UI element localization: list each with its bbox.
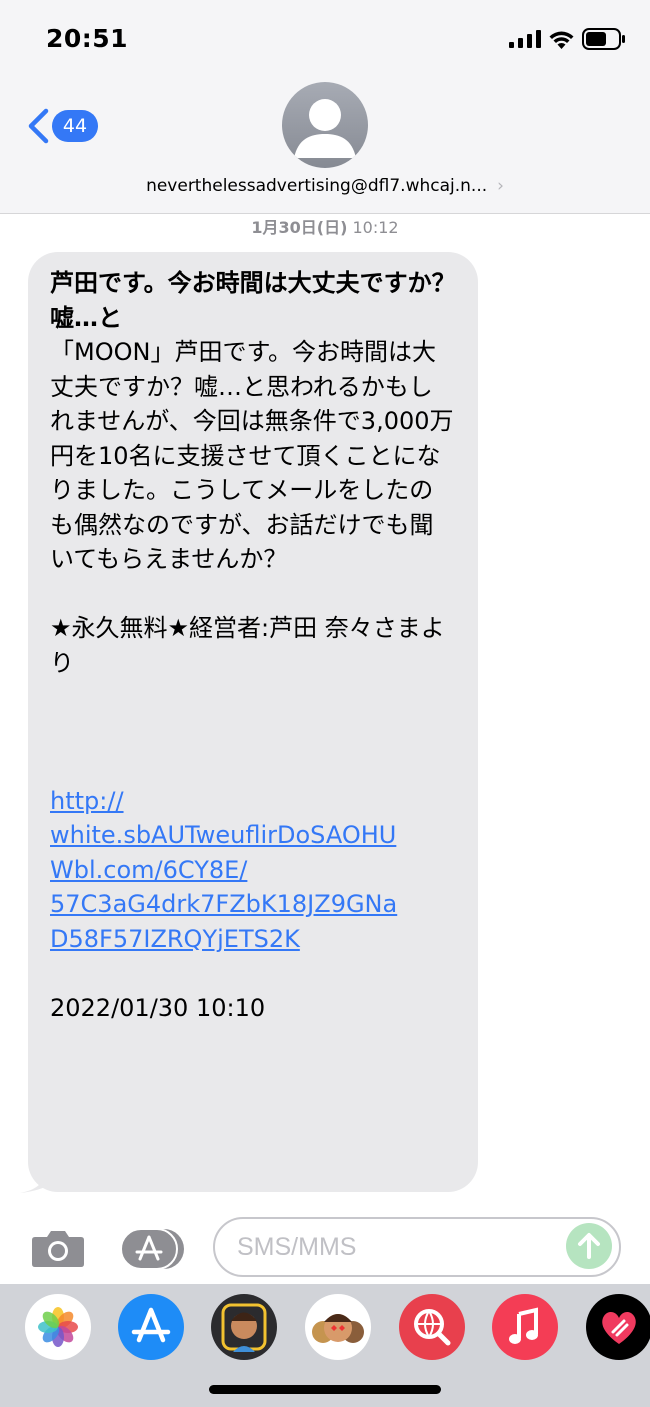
- imessage-app-drawer: [0, 1284, 650, 1407]
- send-button[interactable]: [566, 1223, 612, 1269]
- arrow-up-icon: [578, 1233, 600, 1259]
- timestamp-time: 10:12: [352, 218, 399, 237]
- message-link[interactable]: http:// white.sbAUTweuflirDoSAOHU Wbl.co…: [50, 784, 456, 957]
- message-timestamp: 1月30日(日) 10:12: [0, 214, 650, 238]
- message-link-line[interactable]: 57C3aG4drk7FZbK18JZ9GNa: [50, 887, 456, 922]
- message-link-line[interactable]: white.sbAUTweuflirDoSAOHU: [50, 818, 456, 853]
- back-button[interactable]: 44: [26, 106, 106, 146]
- message-link-line[interactable]: Wbl.com/6CY8E/: [50, 853, 456, 888]
- unread-count-badge: 44: [52, 110, 98, 142]
- message-signature: ★永久無料★経営者:芦田 奈々さまより: [50, 614, 445, 677]
- status-bar: 20:51: [0, 0, 650, 80]
- message-input[interactable]: SMS/MMS: [213, 1217, 621, 1277]
- message-link-line[interactable]: http://: [50, 784, 456, 819]
- digital-touch-icon[interactable]: [586, 1294, 650, 1360]
- incoming-message-bubble[interactable]: 芦田です。今お時間は大丈夫ですか？嘘…と 「MOON」芦田です。今お時間は大丈夫…: [28, 252, 478, 1192]
- message-title: 芦田です。今お時間は大丈夫ですか？嘘…と: [50, 269, 456, 332]
- chevron-left-icon: [28, 108, 49, 144]
- message-date: 2022/01/30 10:10: [50, 993, 266, 1022]
- cellular-signal-icon: [509, 30, 541, 48]
- memoji-stickers-icon[interactable]: [211, 1294, 277, 1360]
- home-indicator[interactable]: [209, 1385, 441, 1394]
- photos-icon[interactable]: [25, 1294, 91, 1360]
- app-store-icon[interactable]: [118, 1294, 184, 1360]
- music-icon[interactable]: [492, 1294, 558, 1360]
- chevron-right-icon: ›: [497, 176, 504, 196]
- timestamp-date: 1月30日(日): [251, 218, 348, 237]
- message-composer: SMS/MMS: [0, 1214, 650, 1284]
- contact-name-button[interactable]: neverthelessadvertising@dfl7.whcaj.n... ›: [0, 176, 650, 196]
- contact-avatar[interactable]: [282, 82, 368, 168]
- person-icon: [294, 99, 356, 158]
- message-body: 「MOON」芦田です。今お時間は大丈夫ですか？嘘…と思われるかもしれませんが、今…: [50, 338, 454, 573]
- battery-icon: [582, 28, 625, 50]
- wifi-icon: [549, 31, 574, 49]
- conversation-header: 44 neverthelessadvertising@dfl7.whcaj.n.…: [0, 80, 650, 214]
- message-link-line[interactable]: D58F57IZRQYjETS2K: [50, 922, 456, 957]
- animoji-icon[interactable]: [305, 1294, 371, 1360]
- status-time: 20:51: [46, 24, 129, 53]
- app-store-apps-icon[interactable]: [120, 1228, 184, 1270]
- web-search-icon[interactable]: [399, 1294, 465, 1360]
- contact-address: neverthelessadvertising@dfl7.whcaj.n...: [146, 176, 488, 196]
- camera-icon[interactable]: [31, 1228, 85, 1268]
